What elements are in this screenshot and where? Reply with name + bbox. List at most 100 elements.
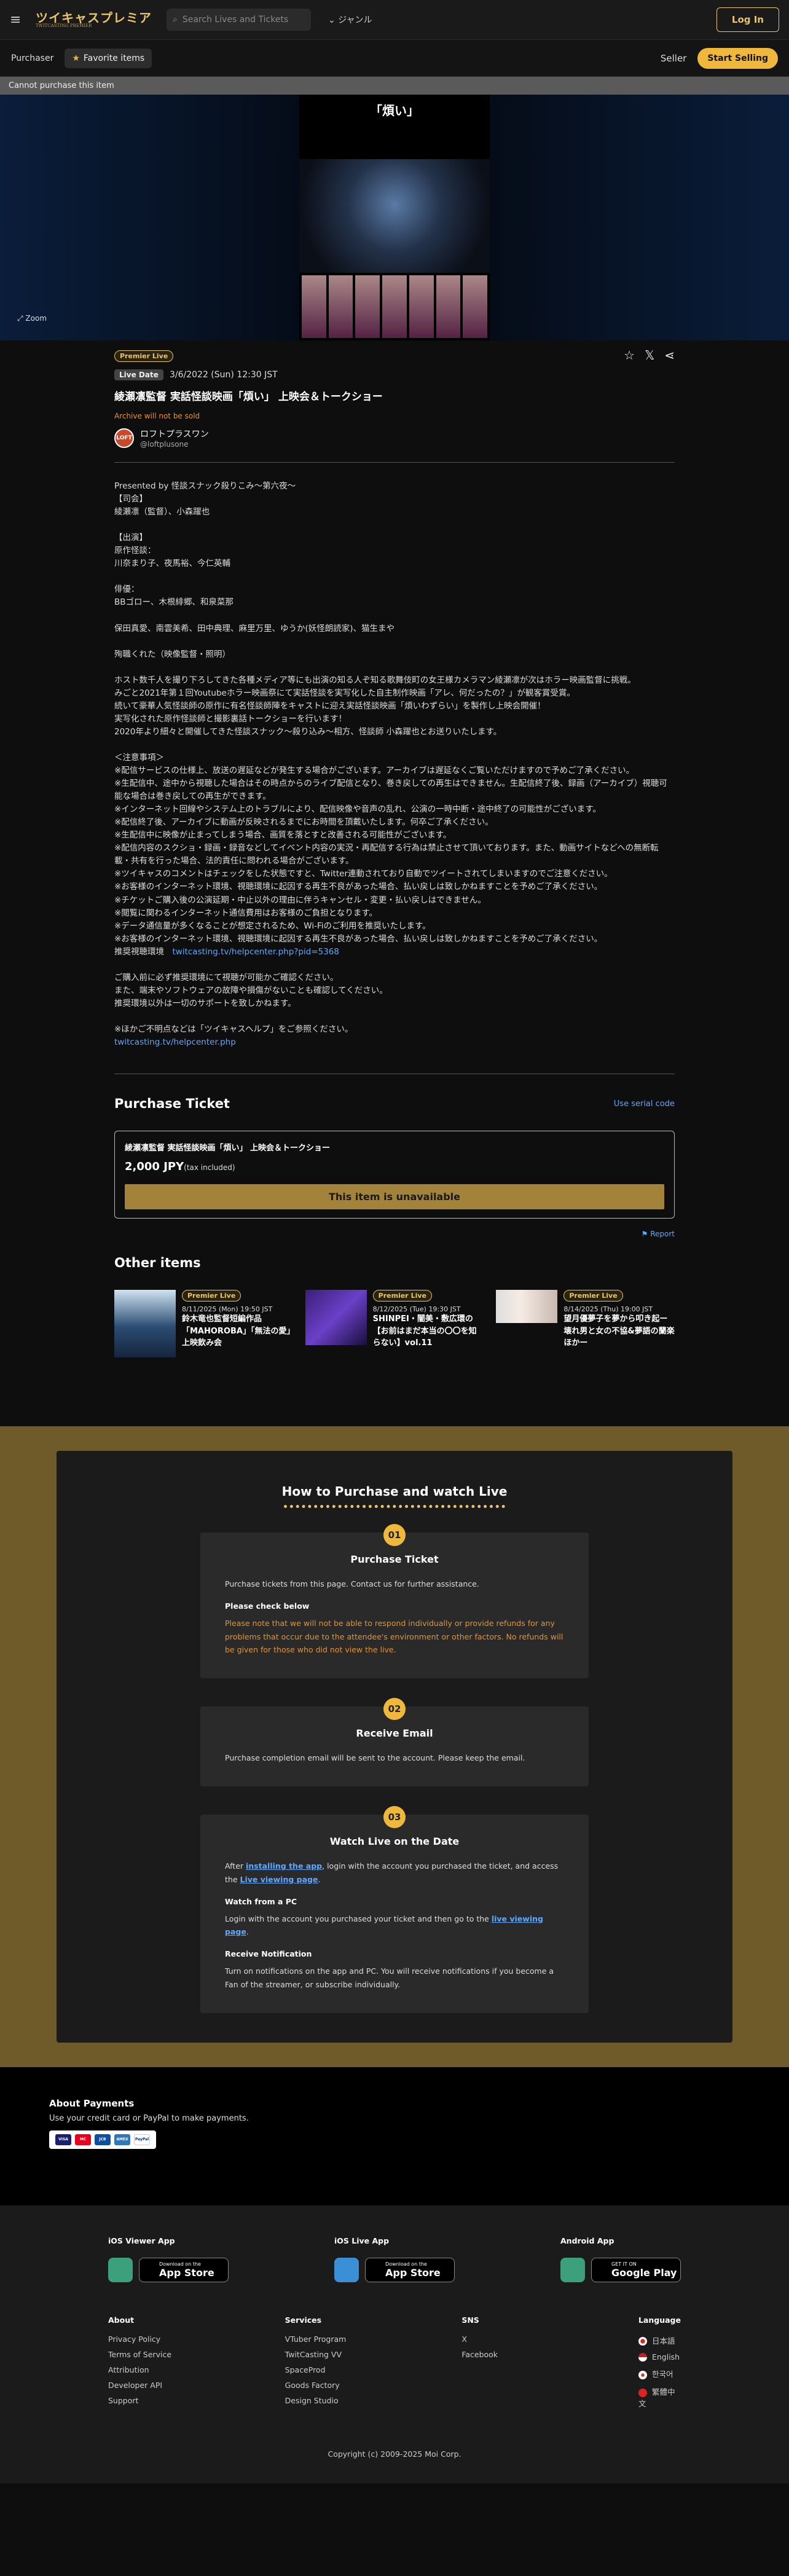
share-icon[interactable]: ⋖ xyxy=(664,348,675,363)
step-watch: 03 Watch Live on the Date After installi… xyxy=(200,1806,589,2013)
payments-heading: About Payments xyxy=(49,2097,135,2109)
search-input[interactable]: ⌕ Search Lives and Tickets xyxy=(167,9,311,31)
seller-tab[interactable]: Seller xyxy=(661,53,686,64)
other-item[interactable]: Premier Live 8/11/2025 (Mon) 19:50 JST 鈴木竜… xyxy=(114,1290,293,1358)
language-heading: Language xyxy=(638,2315,681,2325)
site-logo[interactable]: ツイキャスプレミア TWITCASTING PREMIER xyxy=(36,12,152,28)
chevron-down-icon: ⌄ xyxy=(328,15,339,25)
payments-section: About Payments Use your credit card or P… xyxy=(0,2067,789,2205)
footer-link[interactable]: Developer API xyxy=(108,2381,285,2390)
dotted-divider xyxy=(284,1505,505,1509)
environment-row: 推奨視聴環境 twitcasting.tv/helpcenter.php?pid… xyxy=(114,946,675,959)
search-icon: ⌕ xyxy=(173,15,178,25)
services-heading: Services xyxy=(285,2315,322,2325)
favorite-star-icon[interactable]: ☆ xyxy=(624,348,635,363)
start-selling-button[interactable]: Start Selling xyxy=(697,47,778,69)
favorite-items-button[interactable]: ★ Favorite items xyxy=(65,48,152,68)
korea-flag-icon xyxy=(638,2370,647,2379)
seller-info[interactable]: LOFT ロフトプラスワン @loftplusone xyxy=(114,428,675,463)
mastercard-icon: MC xyxy=(75,2134,91,2145)
other-item[interactable]: Premier Live 8/12/2025 (Tue) 19:30 JST SHI… xyxy=(305,1290,484,1357)
footer-link[interactable]: TwitCasting VV xyxy=(285,2350,462,2359)
purchase-header: Purchase Ticket Use serial code xyxy=(114,1096,675,1111)
report-label: Report xyxy=(650,1230,675,1239)
genre-dropdown[interactable]: ⌄ ジャンル xyxy=(328,14,372,26)
pc-heading: Watch from a PC xyxy=(225,1896,297,1906)
app-store-button[interactable]: Download on the App Store xyxy=(365,2257,455,2282)
unavailable-button[interactable]: This item is unavailable xyxy=(125,1184,664,1210)
item-title: 望月優夢子を夢から叩き起ー壊れ男と女の不協&夢語の蘭楽ほかー xyxy=(563,1314,675,1348)
zoom-button[interactable]: ⤢ Zoom xyxy=(17,314,47,323)
flag-icon: ⚑ xyxy=(641,1230,651,1239)
help-link[interactable]: twitcasting.tv/helpcenter.php xyxy=(114,1037,236,1047)
language-option[interactable]: English xyxy=(638,2352,681,2362)
android-heading: Android App xyxy=(560,2236,614,2245)
app-store-button[interactable]: Download on the App Store xyxy=(139,2257,229,2282)
item-thumbnail xyxy=(305,1290,367,1346)
footer-link[interactable]: SpaceProd xyxy=(285,2365,462,2374)
premier-live-badge: Premier Live xyxy=(563,1290,623,1302)
notification-text: Turn on notifications on the app and PC.… xyxy=(225,1966,554,1989)
ios-viewer-heading: iOS Viewer App xyxy=(108,2236,175,2245)
install-app-link[interactable]: installing the app xyxy=(246,1861,322,1871)
event-poster[interactable]: 「煩い」 xyxy=(299,95,490,340)
menu-icon[interactable]: ≡ xyxy=(10,12,23,28)
serial-code-link[interactable]: Use serial code xyxy=(614,1099,675,1109)
purchase-notice: Cannot purchase this item xyxy=(0,77,789,95)
live-viewing-link[interactable]: Live viewing page xyxy=(240,1875,318,1884)
step-text: Purchase completion email will be sent t… xyxy=(225,1753,525,1763)
footer-link[interactable]: Support xyxy=(108,2396,285,2405)
footer-link[interactable]: Attribution xyxy=(108,2365,285,2374)
other-items-heading: Other items xyxy=(114,1255,201,1271)
expand-icon: ⤢ xyxy=(17,314,26,323)
language-option[interactable]: 日本語 xyxy=(638,2334,681,2346)
ticket-price: 2,000 JPY(tax included) xyxy=(125,1160,664,1173)
taiwan-flag-icon xyxy=(638,2388,647,2397)
footer-link[interactable]: Goods Factory xyxy=(285,2381,462,2390)
viewer-app-icon xyxy=(108,2257,133,2282)
footer-link[interactable]: Design Studio xyxy=(285,2396,462,2405)
footer-link[interactable]: Terms of Service xyxy=(108,2350,285,2359)
login-button[interactable]: Log In xyxy=(716,7,779,32)
footer-link[interactable]: Privacy Policy xyxy=(108,2334,285,2344)
star-icon: ★ xyxy=(72,53,80,63)
copyright: Copyright (c) 2009-2025 Moi Corp. xyxy=(328,2449,461,2459)
live-date-row: Live Date 3/6/2022 (Sun) 12:30 JST xyxy=(114,369,675,380)
step-text: After installing the app, login with the… xyxy=(225,1861,559,1884)
refund-warning: Please note that we will not be able to … xyxy=(225,1619,563,1654)
event-description-2: ご購入前に必ず推奨環境にて視聴が可能かご確認ください。 また、端末やソフトウェア… xyxy=(114,972,388,1034)
sub-navigation: Purchaser ★ Favorite items Seller Start S… xyxy=(0,40,789,77)
item-date: 8/11/2025 (Mon) 19:50 JST xyxy=(182,1305,273,1314)
purchase-heading: Purchase Ticket xyxy=(114,1096,230,1112)
environment-link[interactable]: twitcasting.tv/helpcenter.php?pid=5368 xyxy=(173,947,339,957)
seller-name: ロフトプラスワン xyxy=(140,430,209,439)
purchaser-tab[interactable]: Purchaser xyxy=(11,53,53,63)
footer-link[interactable]: X xyxy=(461,2334,638,2344)
android-app-icon xyxy=(560,2257,585,2282)
step-title: Watch Live on the Date xyxy=(329,1836,460,1848)
poster-cast xyxy=(299,273,490,340)
zoom-label: Zoom xyxy=(25,314,47,323)
item-thumbnail xyxy=(114,1290,176,1358)
ticket-card: 綾瀬凛監督 実話怪談映画「煩い」 上映会＆トークショー 2,000 JPY(ta… xyxy=(114,1131,675,1219)
footer-link[interactable]: Facebook xyxy=(461,2350,638,2359)
google-play-button[interactable]: GET IT ON Google Play xyxy=(591,2257,681,2282)
favorite-items-label: Favorite items xyxy=(83,53,145,63)
step-number: 02 xyxy=(383,1698,406,1721)
step-title: Receive Email xyxy=(356,1727,433,1740)
step-text: Purchase tickets from this page. Contact… xyxy=(225,1579,479,1589)
x-share-icon[interactable]: 𝕏 xyxy=(645,348,654,363)
main-content: ☆ 𝕏 ⋖ Premier Live Live Date 3/6/2022 (S… xyxy=(114,340,675,1367)
avatar: LOFT xyxy=(114,428,134,448)
premier-live-badge: Premier Live xyxy=(372,1290,432,1302)
site-footer: iOS Viewer App Download on the App Store … xyxy=(0,2205,789,2484)
footer-link[interactable]: VTuber Program xyxy=(285,2334,462,2344)
logo-text: ツイキャスプレミア xyxy=(36,10,152,25)
language-option[interactable]: 한국어 xyxy=(638,2368,681,2379)
language-option[interactable]: 繁體中文 xyxy=(638,2386,681,2409)
us-flag-icon xyxy=(638,2353,647,2362)
live-app-icon xyxy=(334,2257,359,2282)
item-title: SHINPEI・闇美・敷広環の【お前はまだ本当の〇〇を知らない】vol.11 xyxy=(372,1314,477,1348)
report-link[interactable]: ⚑ Report xyxy=(114,1230,675,1238)
other-item[interactable]: Premier Live 8/14/2025 (Thu) 19:00 JST 望月優… xyxy=(496,1290,675,1357)
